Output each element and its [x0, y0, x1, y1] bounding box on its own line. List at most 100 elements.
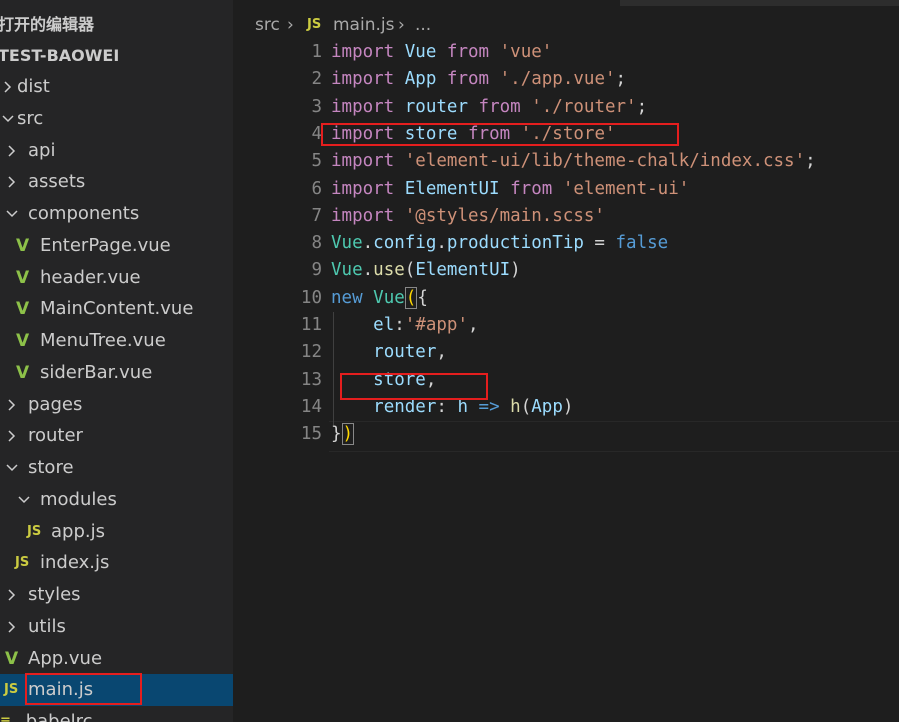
tree-item-label: App.vue: [28, 648, 103, 669]
tree-item-label: MenuTree.vue: [40, 330, 166, 351]
code-line[interactable]: 8 Vue.config.productionTip = false: [233, 230, 899, 257]
line-number: 5: [311, 151, 322, 171]
line-number: 3: [311, 97, 322, 117]
file-item[interactable]: V MenuTree.vue: [0, 325, 233, 357]
code-line[interactable]: 15}): [233, 421, 899, 448]
file-item[interactable]: VsiderBar.vue: [0, 357, 233, 389]
js-file-icon: JS: [307, 17, 322, 32]
chevron-right-icon[interactable]: [0, 79, 16, 95]
tree-item-label: EnterPage.vue: [40, 235, 171, 256]
code-line[interactable]: 3 import router from './router';: [233, 94, 899, 121]
folder-item[interactable]: styles: [0, 579, 233, 611]
code-line[interactable]: 7 import '@styles/main.scss': [233, 203, 899, 230]
line-number: 1: [311, 42, 322, 62]
code-text: import 'element-ui/lib/theme-chalk/index…: [331, 151, 816, 171]
code-text: router,: [373, 342, 447, 362]
chevron-right-icon[interactable]: [4, 587, 20, 603]
code-text: import Vue from 'vue': [331, 42, 553, 62]
file-item[interactable]: ≡ .babelrc: [0, 706, 233, 722]
tree-item-label: utils: [28, 616, 66, 637]
tree-item-label: assets: [28, 171, 86, 192]
chevron-right-icon[interactable]: [4, 397, 20, 413]
folder-item[interactable]: api: [0, 135, 233, 167]
tree-item-label: store: [28, 457, 74, 478]
code-line[interactable]: 4 import store from './store': [233, 121, 899, 148]
chevron-down-icon[interactable]: [16, 492, 32, 508]
code-line[interactable]: 10 new Vue({: [233, 285, 899, 312]
folder-item[interactable]: router: [0, 420, 233, 452]
tree-item-label: router: [28, 425, 83, 446]
file-item[interactable]: Vheader.vue: [0, 262, 233, 294]
file-item[interactable]: JS main.js: [0, 674, 233, 706]
vue-file-icon: V: [16, 363, 30, 383]
chevron-right-icon[interactable]: [4, 619, 20, 635]
code-line[interactable]: 11 el:'#app',: [233, 312, 899, 339]
folder-item[interactable]: components: [0, 198, 233, 230]
tree-item-label: header.vue: [40, 267, 141, 288]
folder-item[interactable]: assets: [0, 166, 233, 198]
folder-item[interactable]: store: [0, 452, 233, 484]
js-file-icon: JS: [15, 555, 30, 570]
tab-strip: [620, 0, 899, 6]
explorer-sidebar: 打开的编辑器 TEST-BAOWEI dist src api assets compo…: [0, 0, 233, 722]
open-editors-header[interactable]: 打开的编辑器: [0, 10, 94, 40]
tree-item-label: dist: [17, 76, 50, 97]
line-number: 10: [300, 288, 322, 308]
chevron-down-icon[interactable]: [0, 111, 16, 127]
line-number: 11: [300, 315, 322, 335]
breadcrumb-more[interactable]: ...: [415, 12, 431, 38]
tree-item-label: main.js: [28, 679, 94, 700]
code-text: Vue.config.productionTip = false: [331, 233, 669, 253]
vue-file-icon: V: [16, 236, 30, 256]
code-line[interactable]: 14 render: h => h(App): [233, 394, 899, 421]
vue-file-icon: V: [16, 299, 30, 319]
editor-pane: src › JS main.js › ... 1 import Vue from …: [233, 0, 899, 722]
code-line[interactable]: 12 router,: [233, 339, 899, 366]
breadcrumb-folder[interactable]: src: [255, 12, 280, 38]
tree-item-label: index.js: [40, 552, 110, 573]
breadcrumb-separator: ›: [398, 15, 405, 35]
breadcrumb-file[interactable]: main.js: [333, 12, 394, 38]
chevron-right-icon[interactable]: [4, 143, 20, 159]
file-item[interactable]: V MainContent.vue: [0, 293, 233, 325]
code-text: import store from './store': [331, 124, 616, 144]
file-item[interactable]: JS index.js: [0, 547, 233, 579]
code-line[interactable]: 9 Vue.use(ElementUI): [233, 257, 899, 284]
line-number: 13: [300, 370, 322, 390]
code-line[interactable]: 13 store,: [233, 367, 899, 394]
line-number: 9: [311, 260, 322, 280]
chevron-right-icon[interactable]: [4, 428, 20, 444]
tree-item-label: siderBar.vue: [40, 362, 153, 383]
folder-item[interactable]: modules: [0, 484, 233, 516]
line-number: 15: [300, 424, 322, 444]
line-number: 12: [300, 342, 322, 362]
folder-item[interactable]: src: [0, 103, 233, 135]
file-item[interactable]: V App.vue: [0, 643, 233, 675]
code-text: import App from './app.vue';: [331, 69, 627, 89]
tree-item-label: api: [28, 140, 56, 161]
chevron-down-icon[interactable]: [4, 460, 20, 476]
code-line[interactable]: 2 import App from './app.vue';: [233, 66, 899, 93]
folder-item[interactable]: utils: [0, 611, 233, 643]
file-item[interactable]: JS app.js: [0, 516, 233, 548]
chevron-right-icon[interactable]: [4, 174, 20, 190]
tree-item-label: styles: [28, 584, 81, 605]
tree-item-label: .babelrc: [20, 711, 93, 722]
file-item[interactable]: V EnterPage.vue: [0, 230, 233, 262]
code-text: el:'#app',: [373, 315, 479, 335]
code-line[interactable]: 6 import ElementUI from 'element-ui': [233, 176, 899, 203]
project-header[interactable]: TEST-BAOWEI: [0, 41, 119, 71]
line-number: 14: [300, 397, 322, 417]
breadcrumb-separator: ›: [287, 15, 294, 35]
code-line[interactable]: 5 import 'element-ui/lib/theme-chalk/inde…: [233, 148, 899, 175]
folder-item[interactable]: dist: [0, 71, 233, 103]
babel-file-icon: ≡: [0, 714, 11, 722]
code-text: import ElementUI from 'element-ui': [331, 179, 690, 199]
code-line[interactable]: 1 import Vue from 'vue': [233, 39, 899, 66]
vue-file-icon: V: [16, 268, 30, 288]
code-text: Vue.use(ElementUI): [331, 260, 521, 280]
tree-item-label: pages: [28, 394, 83, 415]
folder-item[interactable]: pages: [0, 389, 233, 421]
line-number: 2: [311, 69, 322, 89]
chevron-down-icon[interactable]: [4, 206, 20, 222]
